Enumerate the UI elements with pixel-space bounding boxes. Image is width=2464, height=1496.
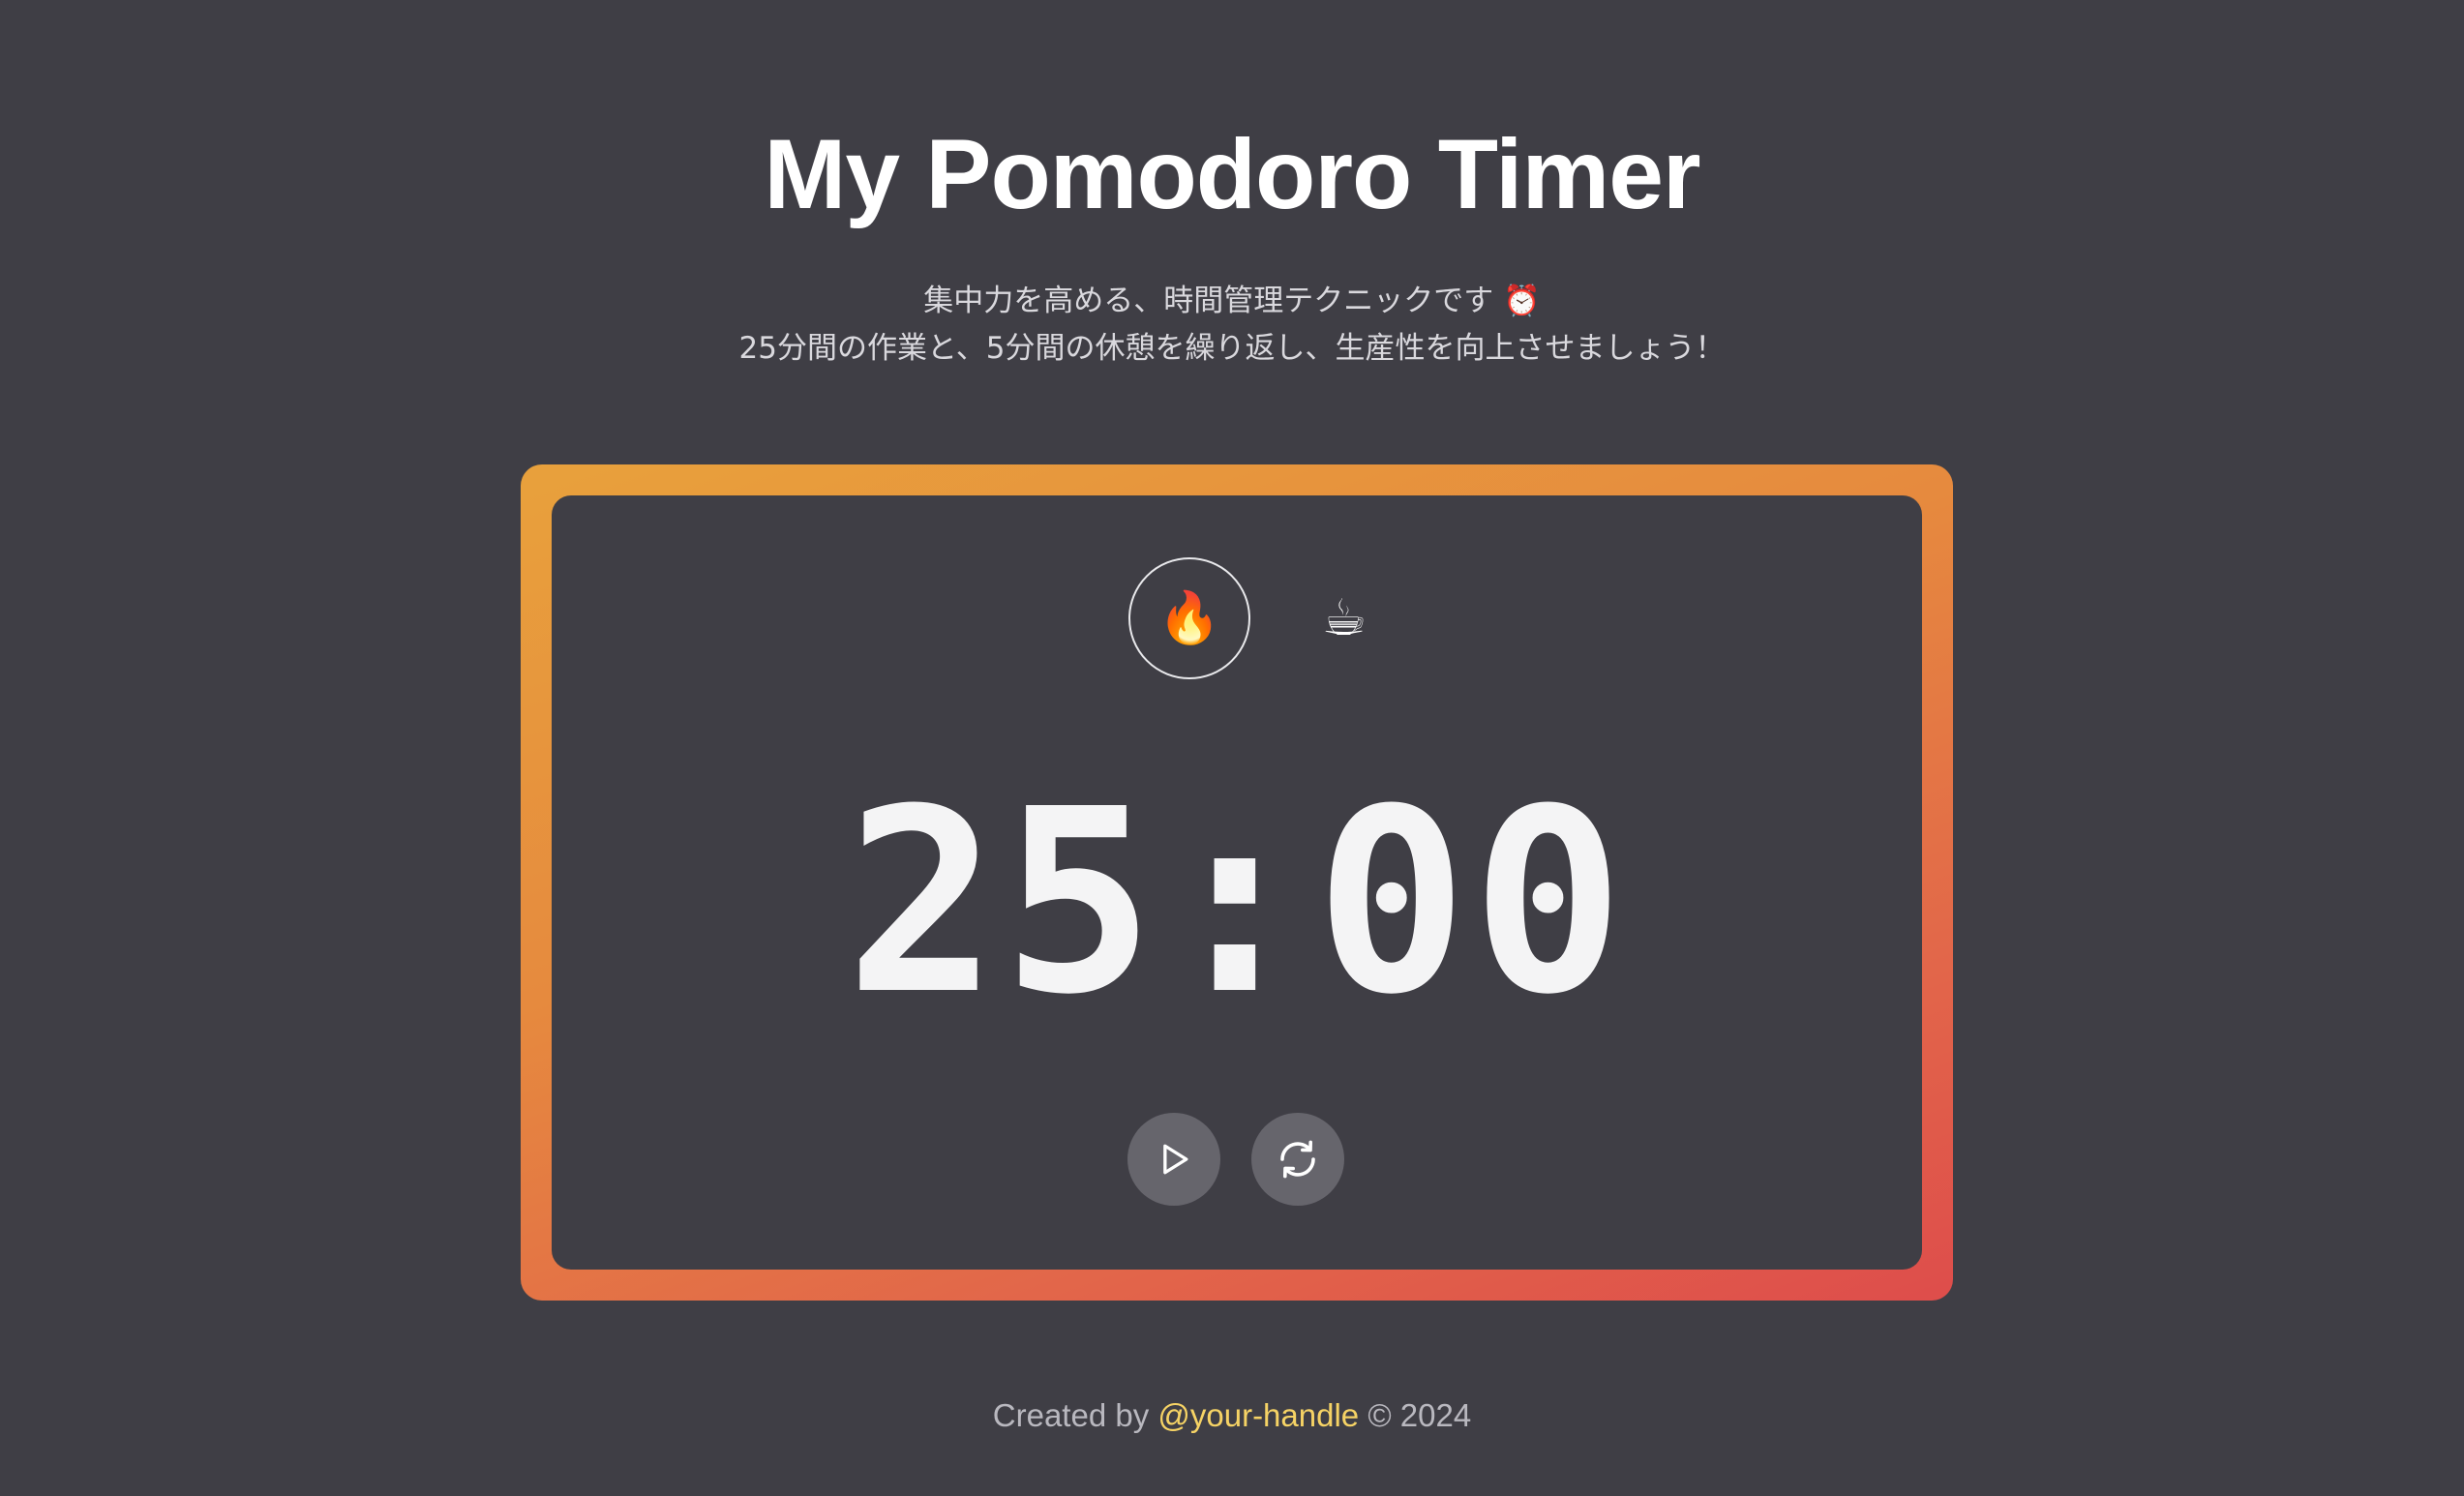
timer-display: 25:00: [845, 755, 1629, 1050]
subtitle-line-1: 集中力を高める、時間管理テクニックです ⏰: [923, 284, 1541, 318]
timer-card: 🔥 ☕ 25:00: [552, 495, 1922, 1270]
footer-copyright: © 2024: [1367, 1397, 1472, 1433]
play-icon: [1163, 1144, 1188, 1175]
subtitle-line-2: 25分間の作業と、5分間の休憩を繰り返し、生産性を向上させましょう！: [738, 331, 1726, 366]
coffee-icon: ☕: [1321, 589, 1367, 647]
author-handle-link[interactable]: @your-handle: [1157, 1397, 1359, 1433]
page-title: My Pomodoro Timer: [764, 119, 1700, 229]
timer-card-gradient-border: 🔥 ☕ 25:00: [521, 464, 1953, 1301]
reset-icon: [1280, 1140, 1315, 1179]
play-button[interactable]: [1127, 1113, 1220, 1206]
break-mode-button[interactable]: ☕: [1283, 557, 1405, 679]
focus-mode-button[interactable]: 🔥: [1128, 557, 1250, 679]
footer: Created by @your-handle © 2024: [0, 1393, 2464, 1438]
footer-prefix: Created by: [992, 1397, 1150, 1433]
fire-icon: 🔥: [1157, 589, 1221, 647]
pomodoro-page: My Pomodoro Timer 集中力を高める、時間管理テクニックです ⏰ …: [0, 0, 2464, 1496]
reset-button[interactable]: [1251, 1113, 1344, 1206]
